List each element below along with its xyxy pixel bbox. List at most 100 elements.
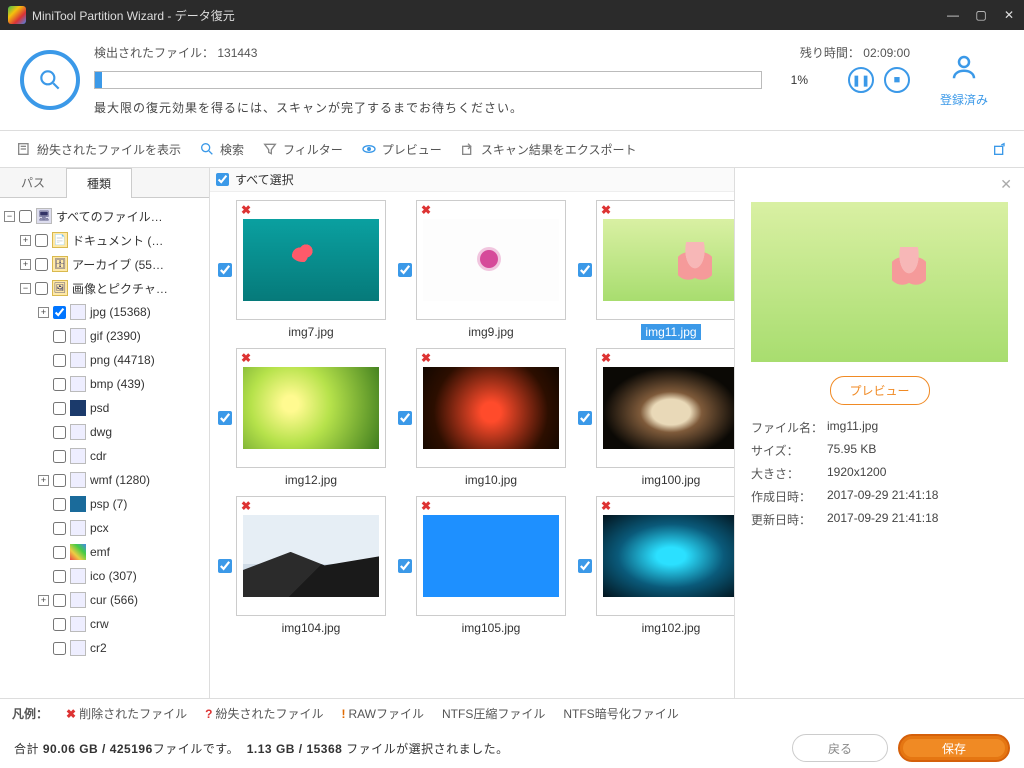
thumbnail[interactable]: ✖: [416, 200, 566, 320]
legend: 凡例： ✖削除されたファイル ?紛失されたファイル !RAWファイル NTFS圧…: [0, 698, 1024, 728]
thumbnail-cell[interactable]: ✖img10.jpg: [398, 348, 566, 488]
thumb-checkbox[interactable]: [398, 559, 412, 573]
thumbnail-cell[interactable]: ✖ img11.jpg: [578, 200, 734, 340]
stop-button[interactable]: ■: [884, 67, 910, 93]
share-button[interactable]: [992, 141, 1008, 157]
thumbnail-caption: img11.jpg: [641, 324, 700, 340]
thumb-checkbox[interactable]: [218, 559, 232, 573]
tab-path[interactable]: パス: [0, 168, 66, 197]
thumbnail-cell[interactable]: ✖img12.jpg: [218, 348, 386, 488]
filetype-icon: [70, 304, 86, 320]
thumbnail[interactable]: ✖: [236, 348, 386, 468]
thumb-checkbox[interactable]: [398, 411, 412, 425]
thumb-checkbox[interactable]: [398, 263, 412, 277]
thumbnail-image: [243, 219, 379, 301]
status-note: 最大限の復元効果を得るには、スキャンが完了するまでお待ちください。: [94, 99, 910, 116]
tree-checkbox[interactable]: [35, 234, 48, 247]
tree-checkbox[interactable]: [53, 474, 66, 487]
tree-checkbox[interactable]: [53, 426, 66, 439]
thumbnail-cell[interactable]: ✖img102.jpg: [578, 496, 734, 636]
tree-checkbox[interactable]: [53, 330, 66, 343]
thumbnail-cell[interactable]: ✖img104.jpg: [218, 496, 386, 636]
close-button[interactable]: ✕: [1002, 8, 1016, 22]
tree-checkbox[interactable]: [53, 546, 66, 559]
deleted-icon: ✖: [421, 351, 431, 365]
show-lost-button[interactable]: 紛失されたファイルを表示: [16, 141, 181, 158]
thumbnail-grid[interactable]: ✖img7.jpg✖img9.jpg✖img11.jpg✖img12.jpg✖i…: [210, 192, 734, 698]
filetype-icon: [70, 592, 86, 608]
tab-type[interactable]: 種類: [66, 168, 132, 198]
thumbnail-cell[interactable]: ✖ img100.jpg: [578, 348, 734, 488]
tree-label: emf: [90, 545, 110, 559]
tree-checkbox[interactable]: [53, 378, 66, 391]
deleted-icon: ✖: [601, 351, 611, 365]
filetype-icon: [70, 448, 86, 464]
thumb-checkbox[interactable]: [578, 263, 592, 277]
tree-checkbox[interactable]: [35, 282, 48, 295]
expander-icon[interactable]: +: [20, 259, 31, 270]
tree-label: png (44718): [90, 353, 155, 367]
thumbnail[interactable]: ✖: [236, 496, 386, 616]
left-pane: パス 種類 − 🖥 すべてのファイル… + 📄 ドキュメント (… + 🗄 アー…: [0, 168, 210, 698]
thumbnail-image: [603, 219, 734, 301]
tree-checkbox[interactable]: [53, 642, 66, 655]
preview-button[interactable]: プレビュー: [361, 141, 442, 158]
deleted-icon: ✖: [241, 351, 251, 365]
expander-icon[interactable]: +: [38, 307, 49, 318]
save-button[interactable]: 保存: [898, 734, 1010, 762]
close-preview-button[interactable]: ✕: [1000, 176, 1012, 193]
preview-open-button[interactable]: プレビュー: [830, 376, 930, 405]
tree-checkbox[interactable]: [53, 522, 66, 535]
tree-checkbox[interactable]: [53, 594, 66, 607]
thumbnail[interactable]: ✖: [596, 496, 734, 616]
account-badge[interactable]: 登録済み: [924, 52, 1004, 108]
file-tree[interactable]: − 🖥 すべてのファイル… + 📄 ドキュメント (… + 🗄 アーカイブ (5…: [0, 198, 209, 698]
thumb-checkbox[interactable]: [218, 411, 232, 425]
tree-label: dwg: [90, 425, 112, 439]
maximize-button[interactable]: ▢: [974, 8, 988, 22]
filetype-icon: [70, 544, 86, 560]
thumbnail-cell[interactable]: ✖img9.jpg: [398, 200, 566, 340]
tree-checkbox[interactable]: [53, 354, 66, 367]
minimize-button[interactable]: —: [946, 8, 960, 22]
filter-button[interactable]: フィルター: [262, 141, 343, 158]
tree-checkbox[interactable]: [53, 618, 66, 631]
tree-checkbox[interactable]: [53, 498, 66, 511]
tree-checkbox[interactable]: [53, 402, 66, 415]
thumbnail-cell[interactable]: ✖ img7.jpg: [218, 200, 386, 340]
thumb-checkbox[interactable]: [578, 411, 592, 425]
thumbnail[interactable]: ✖: [236, 200, 386, 320]
tree-checkbox[interactable]: [19, 210, 32, 223]
tree-checkbox[interactable]: [35, 258, 48, 271]
select-all-checkbox[interactable]: [216, 173, 229, 186]
thumbnail-image: [423, 515, 559, 597]
export-button[interactable]: スキャン結果をエクスポート: [460, 141, 637, 158]
back-button[interactable]: 戻る: [792, 734, 888, 762]
expander-icon[interactable]: −: [4, 211, 15, 222]
thumbnail-cell[interactable]: ✖img105.jpg: [398, 496, 566, 636]
thumbnail[interactable]: ✖: [416, 348, 566, 468]
thumbnail[interactable]: ✖: [596, 200, 734, 320]
expander-icon[interactable]: +: [38, 595, 49, 606]
expander-icon[interactable]: −: [20, 283, 31, 294]
thumbnail-caption: img7.jpg: [284, 324, 337, 340]
thumbnail-caption: img100.jpg: [638, 472, 705, 488]
tree-label: cur (566): [90, 593, 138, 607]
app-logo: [8, 6, 26, 24]
filetype-icon: [70, 376, 86, 392]
search-button[interactable]: 検索: [199, 141, 244, 158]
pause-button[interactable]: ❚❚: [848, 67, 874, 93]
thumbnail[interactable]: ✖: [596, 348, 734, 468]
thumb-checkbox[interactable]: [578, 559, 592, 573]
expander-icon[interactable]: +: [38, 475, 49, 486]
thumbnail[interactable]: ✖: [416, 496, 566, 616]
tree-checkbox[interactable]: [53, 306, 66, 319]
tree-checkbox[interactable]: [53, 450, 66, 463]
thumbnail-image: [603, 367, 734, 449]
tree-label: アーカイブ (55…: [72, 256, 164, 273]
thumb-checkbox[interactable]: [218, 263, 232, 277]
expander-icon[interactable]: +: [20, 235, 31, 246]
folder-icon: 🖼: [52, 280, 68, 296]
filetype-icon: [70, 640, 86, 656]
tree-checkbox[interactable]: [53, 570, 66, 583]
